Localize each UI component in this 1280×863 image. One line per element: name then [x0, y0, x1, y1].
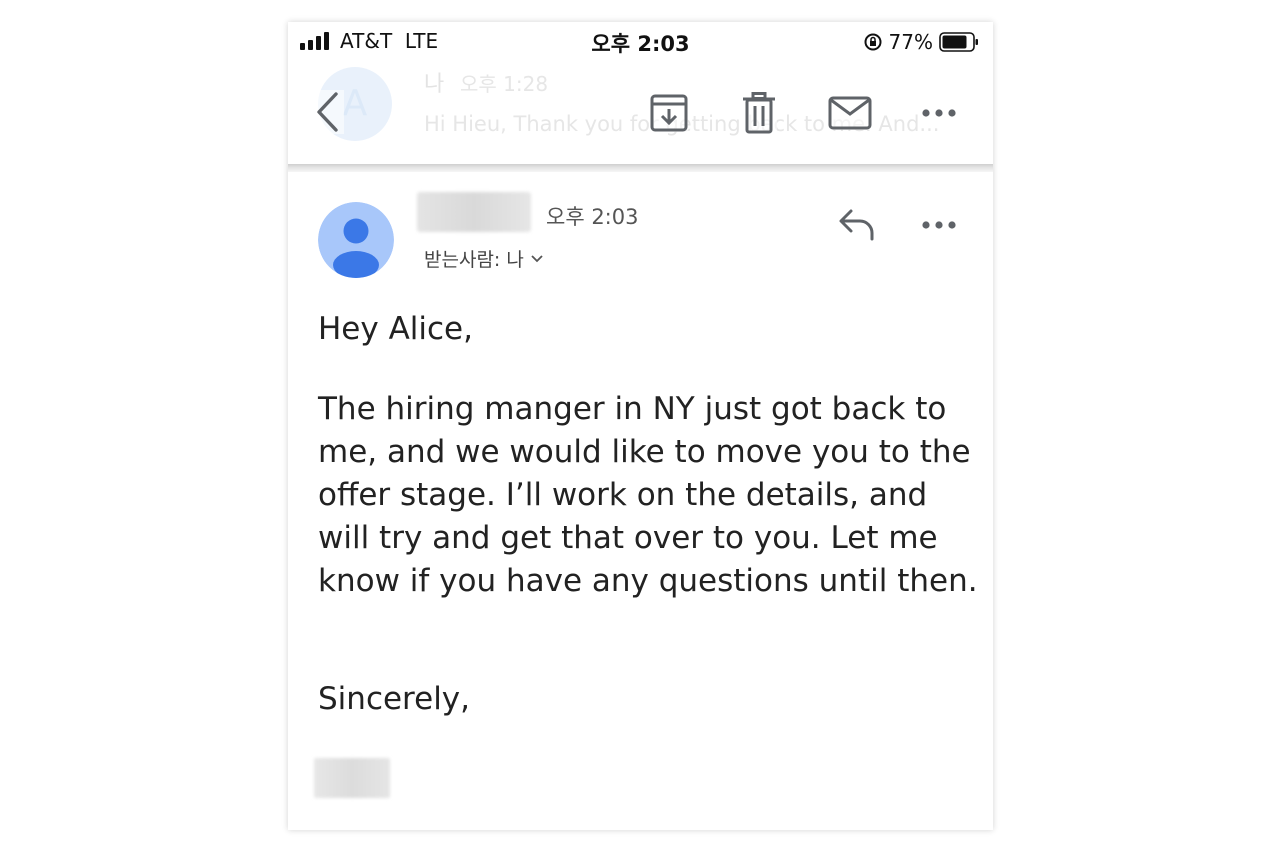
previous-message-time: 오후 1:28: [460, 72, 549, 96]
chevron-down-icon: [531, 254, 543, 262]
email-toolbar: A 나 오후 1:28 Hi Hieu, Thank you for getti…: [288, 62, 993, 164]
email-screen: AT&T LTE 오후 2:03 77% A 나 오후 1:28 Hi Hieu…: [288, 22, 993, 830]
message-time: 오후 2:03: [546, 205, 639, 229]
email-closing: Sincerely,: [318, 681, 471, 717]
mark-unread-icon[interactable]: [828, 96, 872, 130]
toolbar-divider: [288, 164, 993, 172]
previous-message-sender: 나: [424, 72, 445, 97]
rotation-lock-icon: [864, 33, 882, 51]
battery-group: 77%: [863, 30, 979, 54]
message-more-icon[interactable]: [920, 218, 958, 232]
status-bar: AT&T LTE 오후 2:03 77%: [288, 22, 993, 62]
reply-icon[interactable]: [838, 207, 878, 241]
more-options-icon[interactable]: [920, 106, 958, 120]
delete-icon[interactable]: [741, 92, 777, 134]
sender-name-redacted: [417, 192, 531, 232]
battery-icon: [939, 32, 978, 52]
email-body: The hiring manger in NY just got back to…: [318, 391, 978, 599]
recipient-label: 받는사람: 나: [424, 249, 524, 271]
email-greeting: Hey Alice,: [318, 311, 473, 347]
signature-redacted: [314, 758, 390, 798]
sender-avatar: [318, 202, 394, 278]
back-icon[interactable]: [314, 90, 344, 134]
battery-percent: 77%: [888, 30, 933, 54]
archive-icon[interactable]: [650, 94, 688, 132]
recipient-details-toggle[interactable]: 받는사람: 나: [424, 245, 544, 272]
